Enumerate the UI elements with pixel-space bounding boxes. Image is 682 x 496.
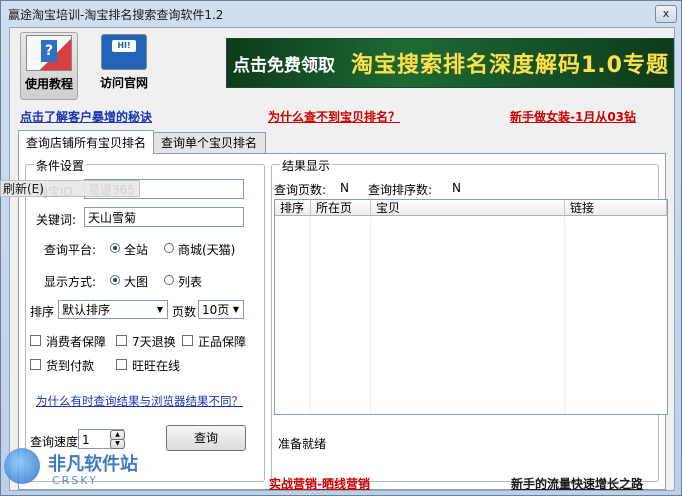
pages-queried-label: 查询页数: <box>274 183 327 197</box>
platform-label: 查询平台: <box>44 243 97 257</box>
pages-queried-value: N <box>340 181 349 195</box>
sort-select[interactable]: 默认排序 ▼ <box>58 300 168 319</box>
wangwang-online-label: 旺旺在线 <box>132 359 181 373</box>
results-legend: 结果显示 <box>280 157 333 174</box>
conditions-group: 条件设置 淘宝ID: 易道365 关键词: 天山雪菊 查询平台: 全站 商城(天… <box>25 157 265 482</box>
col-header-link[interactable]: 链接 <box>565 200 667 216</box>
cod-checkbox[interactable] <box>30 359 41 370</box>
client-area: 使用教程 访问官网 点击免费领取 淘宝搜索排名深度解码1.0专题 点击了解客户暴… <box>9 27 675 491</box>
results-table[interactable]: 排序 所在页 宝贝 链接 <box>274 199 668 415</box>
chevron-down-icon: ▼ <box>156 305 164 314</box>
platform-mall-radio[interactable] <box>164 243 174 253</box>
visit-site-label: 访问官网 <box>99 76 148 90</box>
pages-select[interactable]: 10页 ▼ <box>198 300 244 319</box>
window-title: 赢途淘宝培训-淘宝排名搜索查询软件1.2 <box>8 8 224 22</box>
pages-label: 页数 <box>172 305 197 319</box>
keyword-label: 关键词: <box>36 213 77 227</box>
website-icon <box>101 34 147 70</box>
tab-panel: 条件设置 淘宝ID: 易道365 关键词: 天山雪菊 查询平台: 全站 商城(天… <box>18 153 668 490</box>
why-different-link[interactable]: 为什么有时查询结果与浏览器结果不同？ <box>36 393 243 409</box>
consumer-guarantee-label: 消费者保障 <box>46 335 107 349</box>
seven-day-return-checkbox[interactable] <box>116 335 127 346</box>
sort-label: 排序 <box>30 305 55 319</box>
help-tutorial-label: 使用教程 <box>24 77 73 91</box>
keyword-input[interactable]: 天山雪菊 <box>84 207 244 227</box>
results-group: 结果显示 查询页数: N 查询排序数: N 排序 所在页 宝贝 链接 准备就绪 <box>271 157 668 482</box>
consumer-guarantee-checkbox[interactable] <box>30 335 41 346</box>
help-tutorial-button[interactable]: 使用教程 <box>20 32 78 100</box>
col-header-item[interactable]: 宝贝 <box>371 200 565 216</box>
rank-count-label: 查询排序数: <box>368 183 433 197</box>
traffic-link[interactable]: 新手的流量快速增长之路 <box>511 475 643 492</box>
chevron-down-icon: ▼ <box>232 305 240 314</box>
grid-line <box>310 217 311 413</box>
watermark-main: 非凡软件站 <box>48 454 138 475</box>
display-large-label: 大图 <box>124 275 149 289</box>
promo-banner[interactable]: 点击免费领取 淘宝搜索排名深度解码1.0专题 <box>226 38 674 88</box>
cod-label: 货到付款 <box>46 359 95 373</box>
platform-all-radio[interactable] <box>110 243 120 253</box>
display-label: 显示方式: <box>44 275 97 289</box>
grid-line <box>564 217 565 413</box>
col-header-rank[interactable]: 排序 <box>275 200 311 216</box>
watermark-sub: CRSKY <box>52 474 98 487</box>
app-window: 赢途淘宝培训-淘宝排名搜索查询软件1.2 x 使用教程 访问官网 点击免费领取 … <box>0 0 682 496</box>
banner-lead: 点击免费领取 <box>233 56 335 76</box>
tab-single-item[interactable]: 查询单个宝贝排名 <box>152 132 266 154</box>
tab-all-items[interactable]: 查询店铺所有宝贝排名 <box>18 130 154 154</box>
title-bar: 赢途淘宝培训-淘宝排名搜索查询软件1.2 x <box>1 1 681 27</box>
grid-line <box>370 217 371 413</box>
display-large-radio[interactable] <box>110 275 120 285</box>
help-book-icon <box>26 35 72 71</box>
display-list-label: 列表 <box>178 275 203 289</box>
watermark-logo-icon <box>4 448 40 484</box>
conditions-legend: 条件设置 <box>34 157 87 174</box>
genuine-guarantee-label: 正品保障 <box>198 335 247 349</box>
newbie-link[interactable]: 新手做女装-1月从03钻 <box>510 108 636 125</box>
sort-select-value: 默认排序 <box>62 303 111 317</box>
display-list-radio[interactable] <box>164 275 174 285</box>
speed-value: 1 <box>82 433 90 447</box>
close-button[interactable]: x <box>655 5 677 23</box>
query-button[interactable]: 查询 <box>166 425 246 451</box>
platform-all-label: 全站 <box>124 243 149 257</box>
banner-title: 淘宝搜索排名深度解码1.0专题 <box>351 53 669 78</box>
visit-site-button[interactable]: 访问官网 <box>96 32 152 98</box>
pages-select-value: 10页 <box>202 303 230 317</box>
genuine-guarantee-checkbox[interactable] <box>182 335 193 346</box>
context-menu-refresh[interactable]: 刷新(E) <box>0 180 140 197</box>
col-header-page[interactable]: 所在页 <box>311 200 371 216</box>
status-text: 准备就绪 <box>278 437 327 451</box>
secret-link[interactable]: 点击了解客户暴增的秘诀 <box>20 108 152 125</box>
why-not-found-link[interactable]: 为什么查不到宝贝排名？ <box>268 108 400 125</box>
marketing-link[interactable]: 实战营销-晒线营销 <box>269 475 370 492</box>
wangwang-online-checkbox[interactable] <box>116 359 127 370</box>
rank-count-value: N <box>452 181 461 195</box>
watermark: 非凡软件站 CRSKY <box>0 446 170 496</box>
platform-mall-label: 商城(天猫) <box>178 243 236 257</box>
seven-day-return-label: 7天退换 <box>132 335 176 349</box>
